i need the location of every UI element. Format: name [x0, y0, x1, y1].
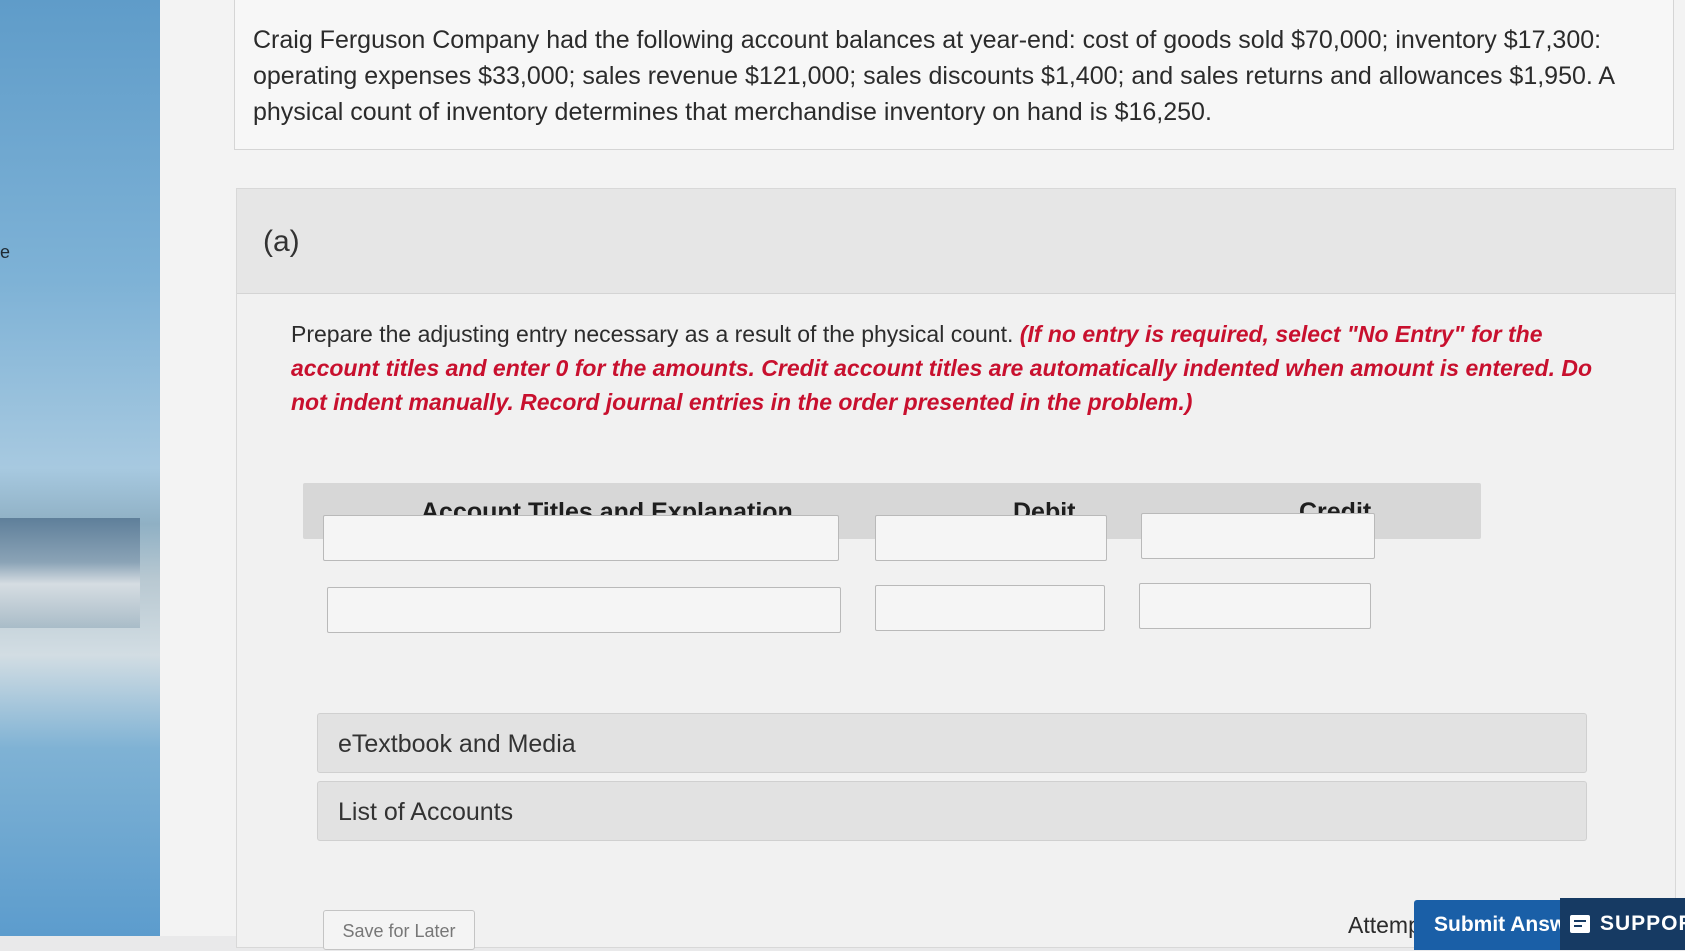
- row-1-credit-input[interactable]: [1141, 513, 1375, 559]
- row-2-credit-input[interactable]: [1139, 583, 1371, 629]
- problem-statement: Craig Ferguson Company had the following…: [253, 26, 1614, 126]
- part-instructions: Prepare the adjusting entry necessary as…: [291, 317, 1631, 419]
- wallpaper-partial-text: e: [0, 242, 11, 262]
- list-of-accounts-label: List of Accounts: [338, 798, 514, 826]
- row-1-debit-input[interactable]: [875, 515, 1107, 561]
- assignment-page: Craig Ferguson Company had the following…: [160, 0, 1685, 950]
- part-a-card: (a) Prepare the adjusting entry necessar…: [236, 188, 1676, 948]
- row-2-account-input[interactable]: [327, 587, 841, 633]
- row-2-debit-input[interactable]: [875, 585, 1105, 631]
- part-label: (a): [263, 225, 300, 258]
- etextbook-media-link[interactable]: eTextbook and Media: [317, 713, 1587, 773]
- submit-answer-button[interactable]: Submit Answer: [1414, 900, 1560, 950]
- instruction-text: Prepare the adjusting entry necessary as…: [291, 321, 1020, 347]
- list-of-accounts-link[interactable]: List of Accounts: [317, 781, 1587, 841]
- chat-icon: [1570, 915, 1590, 933]
- support-button[interactable]: SUPPORT: [1560, 898, 1685, 950]
- etextbook-media-label: eTextbook and Media: [338, 730, 576, 758]
- save-for-later-button[interactable]: Save for Later: [323, 910, 475, 950]
- support-label: SUPPORT: [1600, 912, 1685, 935]
- wallpaper-seascape: [0, 518, 140, 628]
- desktop-wallpaper: e: [0, 0, 160, 936]
- row-1-account-input[interactable]: [323, 515, 839, 561]
- part-header: (a): [237, 189, 1675, 294]
- problem-statement-card: Craig Ferguson Company had the following…: [234, 0, 1674, 150]
